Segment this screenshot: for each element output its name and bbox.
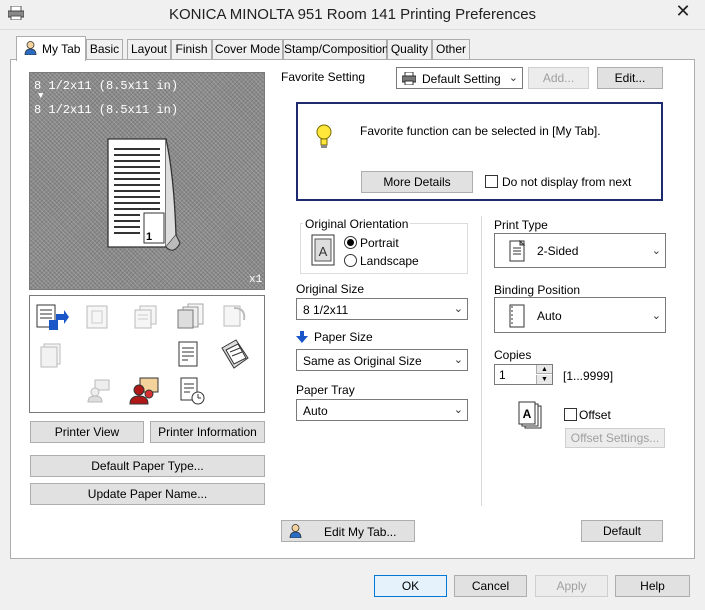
binding-position-select[interactable]: Auto ⌄ xyxy=(494,297,666,333)
arrow-down-icon xyxy=(296,331,308,343)
offset-label: Offset xyxy=(579,408,611,422)
default-paper-type-button[interactable]: Default Paper Type... xyxy=(30,455,265,477)
original-size-label: Original Size xyxy=(296,282,365,296)
chevron-down-icon: ⌄ xyxy=(651,245,661,257)
booklet-icon[interactable] xyxy=(84,304,110,330)
binding-position-value: Auto xyxy=(537,309,562,323)
favorite-setting-value: Default Setting xyxy=(422,72,501,86)
lightbulb-icon xyxy=(316,124,332,148)
help-button[interactable]: Help xyxy=(615,575,690,597)
copies-range: [1...9999] xyxy=(563,369,614,383)
preview-arrow-icon: ▼ xyxy=(38,91,44,101)
svg-text:A: A xyxy=(319,244,328,259)
printer-information-button[interactable]: Printer Information xyxy=(150,421,265,443)
print-queue-icon[interactable] xyxy=(36,302,70,332)
favorite-info-box: Favorite function can be selected in [My… xyxy=(296,102,663,201)
schedule-print-icon[interactable] xyxy=(178,376,206,406)
portrait-radio[interactable] xyxy=(344,236,357,249)
portrait-orientation-icon: A xyxy=(311,234,335,266)
landscape-radio[interactable] xyxy=(344,254,357,267)
paper-size-select[interactable]: Same as Original Size ⌄ xyxy=(296,349,468,371)
chevron-down-icon: ⌄ xyxy=(453,354,463,366)
user-icon xyxy=(289,524,302,538)
staple-icon[interactable] xyxy=(38,342,64,368)
favorite-info-message: Favorite function can be selected in [My… xyxy=(360,124,601,138)
copies-input[interactable]: 1 ▲ ▼ xyxy=(494,364,553,385)
paper-tray-value: Auto xyxy=(303,404,328,418)
orientation-title: Original Orientation xyxy=(303,217,411,231)
account-track-icon[interactable] xyxy=(128,376,160,406)
page-number-label: 1 xyxy=(146,231,153,243)
apply-button[interactable]: Apply xyxy=(535,575,608,597)
print-type-value: 2-Sided xyxy=(537,244,579,258)
collate-icon[interactable] xyxy=(176,302,206,330)
chevron-down-icon: ⌄ xyxy=(508,72,518,84)
original-size-select[interactable]: 8 1/2x11 ⌄ xyxy=(296,298,468,320)
binding-page-icon xyxy=(509,304,525,328)
more-details-button[interactable]: More Details xyxy=(361,171,473,193)
rotate-icon[interactable] xyxy=(220,302,250,330)
chevron-down-icon: ⌄ xyxy=(651,310,661,322)
cancel-button[interactable]: Cancel xyxy=(454,575,527,597)
paper-tray-label: Paper Tray xyxy=(296,383,355,397)
two-sided-icon xyxy=(509,240,526,262)
printer-view-button[interactable]: Printer View xyxy=(30,421,144,443)
edit-my-tab-label: Edit My Tab... xyxy=(324,525,397,539)
edit-favorite-button[interactable]: Edit... xyxy=(597,67,663,89)
default-button[interactable]: Default xyxy=(581,520,663,542)
copies-increment-button[interactable]: ▲ xyxy=(536,365,552,374)
printer-icon xyxy=(402,72,416,85)
portrait-label: Portrait xyxy=(360,236,399,250)
do-not-display-label: Do not display from next xyxy=(502,175,632,189)
update-paper-name-button[interactable]: Update Paper Name... xyxy=(30,483,265,505)
document-settings-icon[interactable] xyxy=(176,340,202,368)
function-icon-panel xyxy=(29,295,265,413)
paper-size-label: Paper Size xyxy=(314,330,373,344)
section-divider xyxy=(481,216,482,506)
page-preview-icon xyxy=(107,138,181,251)
offset-stack-icon: A xyxy=(518,401,542,429)
copies-decrement-button[interactable]: ▼ xyxy=(536,375,552,384)
svg-text:A: A xyxy=(523,407,532,421)
preview-paper-size: 8 1/2x11 (8.5x11 in) xyxy=(34,103,179,117)
offset-settings-button[interactable]: Offset Settings... xyxy=(565,428,665,448)
print-preview: 8 1/2x11 (8.5x11 in) ▼ 8 1/2x11 (8.5x11 … xyxy=(29,72,265,290)
paper-size-value: Same as Original Size xyxy=(303,354,422,368)
offset-checkbox[interactable] xyxy=(564,408,577,421)
copies-value: 1 xyxy=(499,368,506,382)
chevron-down-icon: ⌄ xyxy=(453,303,463,315)
favorite-setting-label: Favorite Setting xyxy=(281,70,366,84)
copies-badge: x1 xyxy=(249,274,263,286)
paper-feed-icon[interactable] xyxy=(218,338,252,370)
landscape-label: Landscape xyxy=(360,254,419,268)
add-favorite-button[interactable]: Add... xyxy=(528,67,589,89)
user-auth-icon[interactable] xyxy=(86,378,112,404)
print-type-select[interactable]: 2-Sided ⌄ xyxy=(494,233,666,268)
do-not-display-checkbox[interactable] xyxy=(485,175,498,188)
ok-button[interactable]: OK xyxy=(374,575,447,597)
print-type-label: Print Type xyxy=(494,218,548,232)
original-size-value: 8 1/2x11 xyxy=(303,303,349,317)
chevron-down-icon: ⌄ xyxy=(453,404,463,416)
binding-position-label: Binding Position xyxy=(494,283,581,297)
preview-original-size: 8 1/2x11 (8.5x11 in) xyxy=(34,79,179,93)
copies-label: Copies xyxy=(494,348,532,362)
paper-tray-select[interactable]: Auto ⌄ xyxy=(296,399,468,421)
edit-my-tab-button[interactable]: Edit My Tab... xyxy=(281,520,415,542)
copies-icon[interactable] xyxy=(132,304,160,330)
favorite-setting-select[interactable]: Default Setting ⌄ xyxy=(396,67,523,89)
